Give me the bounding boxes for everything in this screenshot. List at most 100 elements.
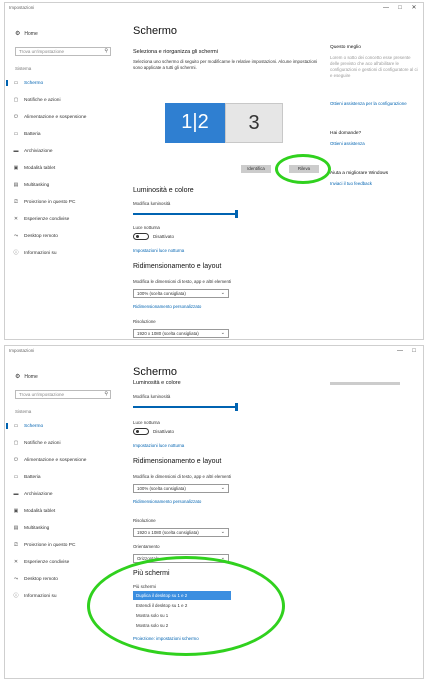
sidebar-item-label: Proiezione in questo PC xyxy=(24,200,76,205)
sidebar-item-label: Archiviazione xyxy=(24,149,53,154)
sidebar-item-multitasking[interactable]: ▤ Multitasking xyxy=(11,180,115,190)
night-light-toggle[interactable] xyxy=(133,428,149,435)
search-input[interactable]: Trova un'impostazione ⚲ xyxy=(15,390,111,399)
scale-label: Modifica le dimensioni di testo, app e a… xyxy=(133,474,232,479)
search-placeholder: Trova un'impostazione xyxy=(19,49,64,54)
sidebar-item-label: Archiviazione xyxy=(24,492,53,497)
dropdown-value: 100% (scelta consigliata) xyxy=(137,486,186,491)
remote-icon: ⤳ xyxy=(13,576,18,582)
maximize-button[interactable]: □ xyxy=(407,346,421,356)
tablet-icon: ▣ xyxy=(13,165,19,171)
slider-thumb[interactable] xyxy=(235,403,238,411)
questions-heading: Hai domande? xyxy=(330,131,362,136)
scale-label: Modifica le dimensioni di testo, app e a… xyxy=(133,279,232,284)
monitor-label: 3 xyxy=(248,112,260,134)
brightness-heading: Luminosità e colore xyxy=(133,187,194,194)
sidebar-item-label: Modalità tablet xyxy=(24,509,56,514)
gear-icon: ⚙ xyxy=(15,374,21,380)
sidebar-item-tablet[interactable]: ▣ Modalità tablet xyxy=(11,506,115,516)
sidebar-item-label: Batteria xyxy=(24,132,41,137)
info-icon: ⓘ xyxy=(13,593,19,599)
sidebar-item-remote[interactable]: ⤳ Desktop remoto xyxy=(11,231,115,241)
sidebar-item-storage[interactable]: ▬ Archiviazione xyxy=(11,146,115,156)
minimize-button[interactable]: — xyxy=(393,346,407,356)
chevron-down-icon: ⌄ xyxy=(220,529,225,535)
identify-button[interactable]: Identifica xyxy=(241,165,271,173)
sidebar-item-battery[interactable]: ▭ Batteria xyxy=(11,129,115,139)
sidebar-item-projection[interactable]: ⎚ Proiezione in questo PC xyxy=(11,540,115,550)
slider-fill xyxy=(133,213,237,215)
resolution-dropdown[interactable]: 1920 x 1080 (scelta consigliata) ⌄ xyxy=(133,329,229,338)
power-icon: ⏻ xyxy=(14,114,18,120)
title-bar: Impostazioni — □ ✕ xyxy=(5,3,423,15)
shared-icon: ✕ xyxy=(13,216,19,222)
sidebar-item-multitasking[interactable]: ▤ Multitasking xyxy=(11,523,115,533)
brightness-label: Modifica luminosità xyxy=(133,394,171,399)
toggle-knob xyxy=(136,235,139,238)
monitor-3[interactable]: 3 xyxy=(225,103,283,143)
sidebar-item-label: Batteria xyxy=(24,475,41,480)
maximize-button[interactable]: □ xyxy=(393,3,407,13)
search-input[interactable]: Trova un'impostazione ⚲ xyxy=(15,47,111,56)
sidebar-item-display[interactable]: ▭ Schermo xyxy=(6,421,115,431)
multitasking-icon: ▤ xyxy=(13,182,19,188)
settings-window-display-arrangement: Impostazioni — □ ✕ ⚙ Home Trova un'impost… xyxy=(4,2,424,340)
sidebar-item-label: Esperienze condivise xyxy=(24,217,70,222)
dropdown-value: 1920 x 1080 (scelta consigliata) xyxy=(137,331,199,336)
sidebar-item-shared[interactable]: ✕ Esperienze condivise xyxy=(11,214,115,224)
night-light-settings-link[interactable]: Impostazioni luce notturna xyxy=(133,248,184,253)
resolution-label: Risoluzione xyxy=(133,319,156,324)
sidebar-item-battery[interactable]: ▭ Batteria xyxy=(11,472,115,482)
scale-dropdown[interactable]: 100% (scelta consigliata) ⌄ xyxy=(133,289,229,298)
home-link[interactable]: ⚙ Home xyxy=(15,373,38,380)
sidebar-item-tablet[interactable]: ▣ Modalità tablet xyxy=(11,163,115,173)
sidebar-item-display[interactable]: ▭ Schermo xyxy=(6,78,115,88)
chevron-down-icon: ⌄ xyxy=(220,485,225,491)
window-title: Impostazioni xyxy=(9,348,35,353)
sidebar-item-label: Schermo xyxy=(24,424,44,429)
sidebar-item-power[interactable]: ⏻ Alimentazione e sospensione xyxy=(11,112,115,122)
sidebar-item-projection[interactable]: ⎚ Proiezione in questo PC xyxy=(11,197,115,207)
sidebar-item-notifications[interactable]: ▢ Notifiche e azioni xyxy=(11,95,115,105)
monitor-1-2[interactable]: 1|2 xyxy=(165,103,225,143)
sidebar-item-label: Desktop remoto xyxy=(24,234,58,239)
close-button[interactable]: ✕ xyxy=(407,3,421,13)
slider-fill xyxy=(133,406,237,408)
custom-scale-link[interactable]: Ridimensionamento personalizzato xyxy=(133,304,201,309)
resolution-dropdown[interactable]: 1920 x 1080 (scelta consigliata) ⌄ xyxy=(133,528,229,537)
sidebar-section-title: Sistema xyxy=(15,66,32,71)
night-light-settings-link[interactable]: Impostazioni luce notturna xyxy=(133,443,184,448)
brightness-slider[interactable] xyxy=(133,210,238,218)
slider-thumb[interactable] xyxy=(235,210,238,218)
arrange-heading: Seleziona e riorganizza gli schermi xyxy=(133,49,218,55)
monitor-label: 1|2 xyxy=(181,111,209,133)
night-light-state: Disattivato xyxy=(153,234,175,239)
arrange-description: Seleziona uno schermo di seguito per mod… xyxy=(133,59,318,70)
sidebar-item-label: Multitasking xyxy=(24,183,50,188)
sidebar-item-power[interactable]: ⏻ Alimentazione e sospensione xyxy=(11,455,115,465)
night-light-toggle[interactable] xyxy=(133,233,149,240)
notification-icon: ▢ xyxy=(13,440,19,446)
main-content: Schermo Luminosità e colore Modifica lum… xyxy=(87,358,323,678)
scale-dropdown[interactable]: 100% (scelta consigliata) ⌄ xyxy=(133,484,229,493)
feedback-link[interactable]: Inviaci il tuo feedback xyxy=(330,181,372,186)
dropdown-value: 100% (scelta consigliata) xyxy=(137,291,186,296)
sidebar-item-about[interactable]: ⓘ Informazioni su xyxy=(11,248,115,258)
minimize-button[interactable]: — xyxy=(379,3,393,13)
sidebar-item-shared[interactable]: ✕ Esperienze condivise xyxy=(11,557,115,567)
sidebar-item-storage[interactable]: ▬ Archiviazione xyxy=(11,489,115,499)
get-help-link[interactable]: Ottieni assistenza xyxy=(330,141,365,146)
main-content: Schermo Seleziona e riorganizza gli sche… xyxy=(133,15,331,339)
battery-icon: ▭ xyxy=(13,131,19,137)
search-placeholder: Trova un'impostazione xyxy=(19,392,64,397)
sidebar-item-label: Multitasking xyxy=(24,526,50,531)
help-link[interactable]: Ottieni assistenza per la configurazione xyxy=(330,101,416,107)
custom-scale-link[interactable]: Ridimensionamento personalizzato xyxy=(133,499,201,504)
home-link[interactable]: ⚙ Home xyxy=(15,30,38,37)
remote-icon: ⤳ xyxy=(13,233,18,239)
window-title: Impostazioni xyxy=(9,5,35,10)
toggle-knob xyxy=(136,430,139,433)
brightness-slider[interactable] xyxy=(133,403,238,411)
chevron-down-icon: ⌄ xyxy=(220,290,225,296)
sidebar-item-notifications[interactable]: ▢ Notifiche e azioni xyxy=(11,438,115,448)
